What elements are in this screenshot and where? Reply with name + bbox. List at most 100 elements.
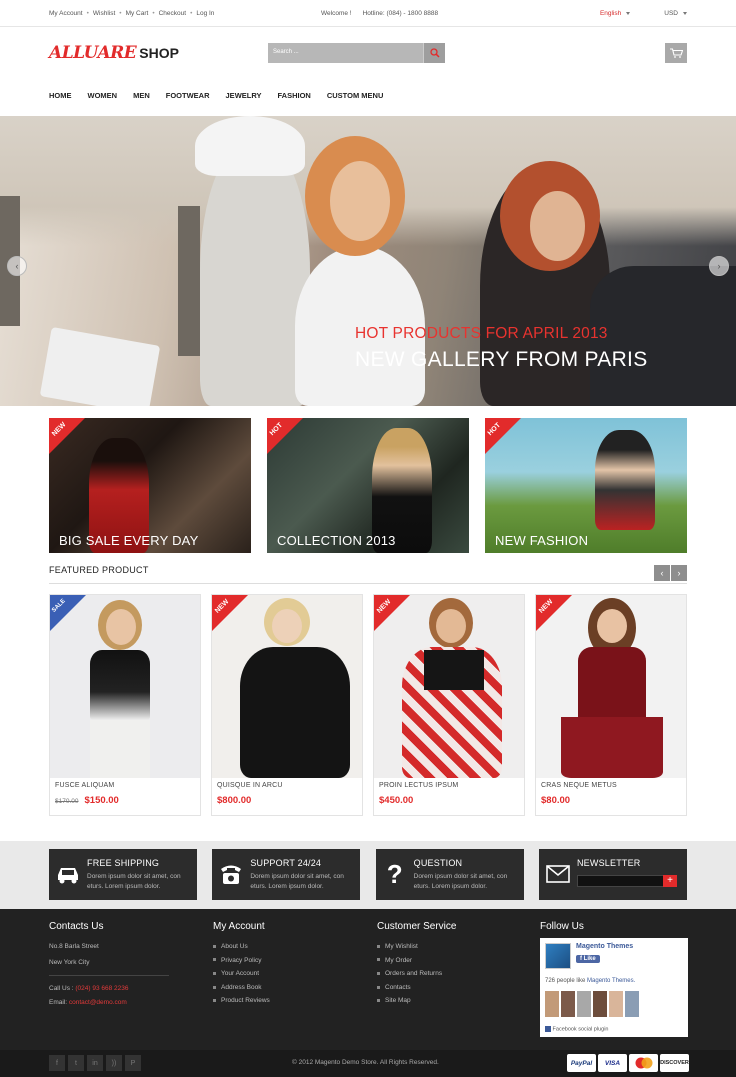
- footer-link[interactable]: My Order: [377, 954, 456, 968]
- product-image[interactable]: NEW: [374, 595, 524, 778]
- hero-face: [330, 161, 390, 241]
- footer-link[interactable]: Product Reviews: [213, 994, 270, 1008]
- call-label: Call Us :: [49, 985, 74, 993]
- service-boxes: FREE SHIPPING Dorem ipsum dolor sit amet…: [49, 849, 687, 900]
- product-card[interactable]: NEW CRAS NEQUE METUS $80.00: [535, 594, 687, 816]
- copyright: © 2012 Magento Demo Store. All Rights Re…: [292, 1059, 439, 1066]
- nav-home[interactable]: HOME: [49, 91, 72, 100]
- service-title: SUPPORT 24/24: [250, 858, 322, 868]
- promo-banner[interactable]: NEW BIG SALE EVERY DAY: [49, 418, 251, 553]
- footer-link[interactable]: Privacy Policy: [213, 954, 270, 968]
- banner-caption: BIG SALE EVERY DAY: [59, 533, 199, 548]
- wishlist-link[interactable]: Wishlist: [93, 10, 115, 17]
- bullet: [213, 944, 216, 948]
- likes-count: 726 people like: [545, 978, 586, 984]
- cart-button[interactable]: [665, 43, 687, 63]
- my-account-link[interactable]: My Account: [49, 10, 83, 17]
- fan-avatar[interactable]: [609, 991, 623, 1017]
- social-icons: f t in )) P: [49, 1055, 141, 1071]
- product-name[interactable]: FUSCE ALIQUAM: [55, 782, 195, 789]
- phone-number[interactable]: (024) 93 668 2236: [75, 985, 128, 992]
- nav-jewelry[interactable]: JEWELRY: [226, 91, 262, 100]
- pinterest-icon[interactable]: P: [125, 1055, 141, 1071]
- footer-service: Customer Service My Wishlist My Order Or…: [377, 921, 456, 1008]
- promo-banner[interactable]: HOT NEW FASHION: [485, 418, 687, 553]
- chevron-down-icon: [626, 11, 631, 15]
- product-image[interactable]: SALE: [50, 595, 200, 778]
- model-face: [106, 609, 136, 645]
- my-cart-link[interactable]: My Cart: [126, 10, 149, 17]
- bullet: [377, 971, 380, 975]
- nav-footwear[interactable]: FOOTWEAR: [166, 91, 210, 100]
- facebook-widget: Magento Themes f Like 726 people like Ma…: [540, 938, 688, 1037]
- product-image[interactable]: NEW: [536, 595, 686, 778]
- logo[interactable]: ALLUARE SHOP: [49, 43, 179, 63]
- promo-banner[interactable]: HOT COLLECTION 2013: [267, 418, 469, 553]
- hero-subheadline: NEW GALLERY FROM PARIS: [355, 348, 648, 371]
- linkedin-icon[interactable]: in: [87, 1055, 103, 1071]
- plus-icon: +: [667, 875, 673, 886]
- plugin-label: Facebook social plugin: [552, 1026, 609, 1033]
- email-link[interactable]: contact@demo.com: [69, 999, 127, 1006]
- newsletter-subscribe-button[interactable]: +: [662, 875, 677, 887]
- product-name[interactable]: CRAS NEQUE METUS: [541, 782, 681, 789]
- nav-women[interactable]: WOMEN: [88, 91, 118, 100]
- likes-page-link[interactable]: Magento Themes.: [587, 978, 635, 984]
- footer-link[interactable]: Your Account: [213, 967, 270, 981]
- twitter-icon[interactable]: t: [68, 1055, 84, 1071]
- bullet: [377, 944, 380, 948]
- product-name[interactable]: QUISQUE IN ARCU: [217, 782, 357, 789]
- search-button[interactable]: [423, 43, 445, 63]
- search-input[interactable]: Search ...: [268, 43, 423, 63]
- footer-heading: Contacts Us: [49, 921, 104, 932]
- footer-link[interactable]: My Wishlist: [377, 940, 456, 954]
- fb-like-button[interactable]: f Like: [576, 955, 600, 963]
- featured-next-button[interactable]: ›: [671, 565, 687, 581]
- fan-avatar[interactable]: [593, 991, 607, 1017]
- footer-link[interactable]: About Us: [213, 940, 270, 954]
- rss-icon[interactable]: )): [106, 1055, 122, 1071]
- service-title: FREE SHIPPING: [87, 858, 160, 868]
- banner-model: [595, 430, 655, 530]
- welcome-area: Welcome ! Hotline: (084) - 1800 8888: [321, 0, 438, 27]
- product-price: $80.00: [541, 795, 571, 806]
- hero-figure-man: [200, 136, 310, 406]
- facebook-icon[interactable]: f: [49, 1055, 65, 1071]
- footer-link[interactable]: Contacts: [377, 981, 456, 995]
- footer-link[interactable]: Address Book: [213, 981, 270, 995]
- welcome-text: Welcome !: [321, 10, 352, 17]
- fan-avatar[interactable]: [545, 991, 559, 1017]
- footer-link[interactable]: Orders and Returns: [377, 967, 456, 981]
- fan-avatar[interactable]: [561, 991, 575, 1017]
- discover-icon: DISCOVER: [660, 1054, 689, 1072]
- model-top: [578, 647, 646, 717]
- nav-custom-menu[interactable]: CUSTOM MENU: [327, 91, 384, 100]
- page-name[interactable]: Magento Themes: [576, 943, 633, 950]
- newsletter-email-input[interactable]: [576, 875, 669, 887]
- product-card[interactable]: SALE FUSCE ALIQUAM $170.00 $150.00: [49, 594, 201, 816]
- model-face: [597, 609, 627, 643]
- likes-line: 726 people like Magento Themes.: [545, 978, 635, 984]
- footer-link[interactable]: Site Map: [377, 994, 456, 1008]
- product-card[interactable]: NEW QUISQUE IN ARCU $800.00: [211, 594, 363, 816]
- featured-prev-button[interactable]: ‹: [654, 565, 670, 581]
- featured-header: FEATURED PRODUCT ‹ ›: [49, 565, 687, 584]
- chevron-left-icon: ‹: [15, 261, 19, 271]
- footer-heading: Follow Us: [540, 921, 584, 932]
- nav-men[interactable]: MEN: [133, 91, 150, 100]
- checkout-link[interactable]: Checkout: [159, 10, 186, 17]
- nav-fashion[interactable]: FASHION: [278, 91, 311, 100]
- product-name[interactable]: PROIN LECTUS IPSUM: [379, 782, 519, 789]
- hero-prev-button[interactable]: ‹: [7, 256, 27, 276]
- language-select[interactable]: English: [600, 10, 631, 17]
- phone-icon: [218, 861, 244, 887]
- fan-avatar[interactable]: [577, 991, 591, 1017]
- top-bar: My Account • Wishlist • My Cart • Checkout •…: [0, 0, 736, 27]
- fan-avatar[interactable]: [625, 991, 639, 1017]
- product-card[interactable]: NEW PROIN LECTUS IPSUM $450.00: [373, 594, 525, 816]
- currency-select[interactable]: USD: [664, 10, 687, 17]
- footer-heading: Customer Service: [377, 921, 457, 932]
- hero-next-button[interactable]: ›: [709, 256, 729, 276]
- login-link[interactable]: Log In: [196, 10, 214, 17]
- product-image[interactable]: NEW: [212, 595, 362, 778]
